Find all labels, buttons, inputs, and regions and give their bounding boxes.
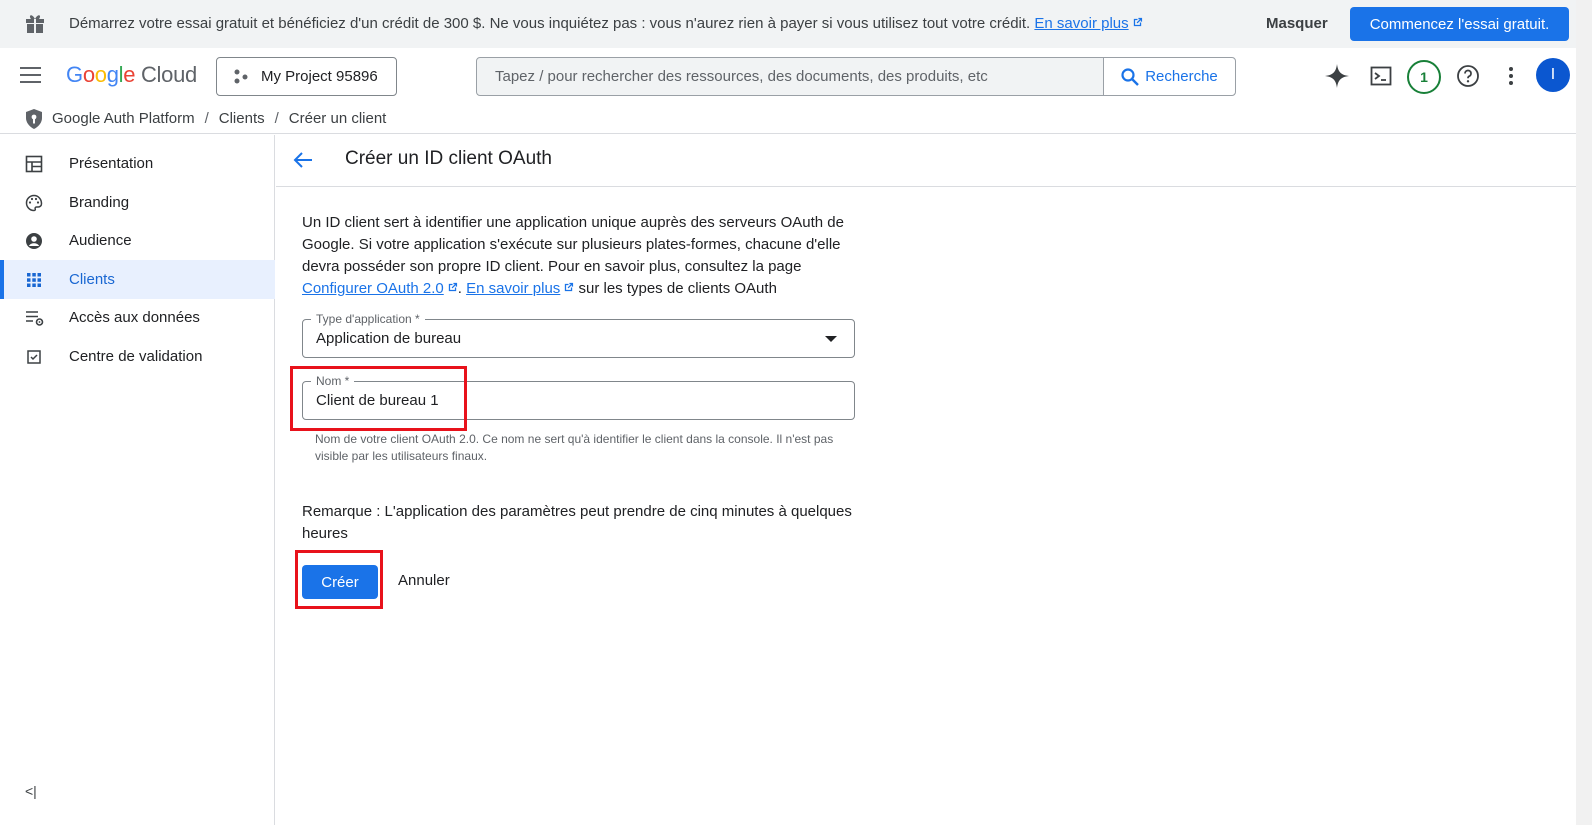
dismiss-banner-button[interactable]: Masquer xyxy=(1266,15,1328,32)
intro-text: Un ID client sert à identifier une appli… xyxy=(302,214,844,275)
breadcrumb-clients[interactable]: Clients xyxy=(219,110,265,127)
back-arrow-icon[interactable] xyxy=(292,149,314,171)
sidebar-item-label: Branding xyxy=(69,194,130,211)
sidebar-item-data-access[interactable]: Accès aux données xyxy=(0,298,275,337)
sidebar-item-label: Centre de validation xyxy=(69,348,203,365)
application-type-select[interactable]: Type d'application * Application de bure… xyxy=(302,312,855,358)
breadcrumb-separator: / xyxy=(204,110,209,127)
notifications-count-badge[interactable]: 1 xyxy=(1407,60,1441,94)
main-content: Créer un ID client OAuth Un ID client se… xyxy=(276,135,1576,825)
gemini-sparkle-icon[interactable] xyxy=(1324,63,1350,89)
search-bar: Tapez / pour rechercher des ressources, … xyxy=(476,57,1236,96)
project-picker[interactable]: My Project 95896 xyxy=(216,57,397,96)
logo-cloud-text: Cloud xyxy=(140,62,197,87)
promo-text: Démarrez votre essai gratuit et bénéfici… xyxy=(69,15,1031,32)
shield-icon xyxy=(26,108,42,129)
sidebar-item-clients[interactable]: Clients xyxy=(0,260,275,299)
logo-google-text: Google xyxy=(66,62,136,87)
sidebar-item-label: Clients xyxy=(69,271,115,288)
browser-frame: Démarrez votre essai gratuit et bénéfici… xyxy=(0,0,1576,825)
collapse-sidebar-button[interactable]: <| xyxy=(25,783,37,799)
project-name: My Project 95896 xyxy=(261,68,378,85)
search-input[interactable]: Tapez / pour rechercher des ressources, … xyxy=(477,58,1103,95)
learn-more-link[interactable]: En savoir plus xyxy=(466,280,574,297)
sidebar: Présentation Branding Audience Clients A… xyxy=(0,135,275,825)
google-cloud-logo[interactable]: Google Cloud xyxy=(66,62,197,88)
breadcrumb-separator: / xyxy=(274,110,279,127)
sidebar-item-presentation[interactable]: Présentation xyxy=(0,144,275,183)
learn-more-label: En savoir plus xyxy=(466,280,561,297)
configure-oauth-label: Configurer OAuth 2.0 xyxy=(302,280,444,297)
gift-icon xyxy=(26,15,44,33)
promo-message: Démarrez votre essai gratuit et bénéfici… xyxy=(69,15,1143,32)
sidebar-item-verification-center[interactable]: Centre de validation xyxy=(0,337,275,376)
cancel-button[interactable]: Annuler xyxy=(398,572,450,589)
account-avatar[interactable]: I xyxy=(1536,58,1570,92)
project-hub-icon xyxy=(234,69,248,83)
verified-checkbox-icon xyxy=(27,349,41,364)
external-link-icon xyxy=(1133,17,1142,27)
dashboard-icon xyxy=(25,155,43,172)
page-title: Créer un ID client OAuth xyxy=(345,148,552,169)
external-link-icon xyxy=(448,282,457,292)
sidebar-item-label: Audience xyxy=(69,232,132,249)
sidebar-item-branding[interactable]: Branding xyxy=(0,183,275,222)
name-highlight-box xyxy=(290,366,467,431)
data-settings-icon xyxy=(26,310,44,326)
promo-banner: Démarrez votre essai gratuit et bénéfici… xyxy=(0,0,1576,48)
dropdown-arrow-icon xyxy=(825,336,837,342)
configure-oauth-link[interactable]: Configurer OAuth 2.0 xyxy=(302,280,458,297)
name-hint: Nom de votre client OAuth 2.0. Ce nom ne… xyxy=(315,432,834,463)
cloud-shell-terminal-icon[interactable] xyxy=(1370,65,1392,87)
intro-paragraph: Un ID client sert à identifier une appli… xyxy=(302,214,844,297)
application-type-value: Application de bureau xyxy=(316,330,462,347)
sidebar-item-label: Accès aux données xyxy=(69,309,200,326)
search-button[interactable]: Recherche xyxy=(1103,58,1235,95)
promo-learn-more-link[interactable]: En savoir plus xyxy=(1034,15,1142,32)
promo-learn-more-label: En savoir plus xyxy=(1034,15,1129,32)
more-vert-icon[interactable] xyxy=(1500,65,1522,87)
apps-grid-icon xyxy=(27,272,41,287)
breadcrumb-auth-platform[interactable]: Google Auth Platform xyxy=(52,110,195,127)
create-highlight-box xyxy=(295,550,383,609)
account-circle-icon xyxy=(26,232,42,249)
menu-icon[interactable] xyxy=(20,67,41,83)
top-bar: Google Cloud My Project 95896 Tapez / po… xyxy=(0,50,1576,102)
settings-note: Remarque : L'application des paramètres … xyxy=(302,503,852,542)
external-link-icon xyxy=(565,282,574,292)
intro-tail-text: sur les types de clients OAuth xyxy=(578,280,777,297)
application-type-label: Type d'application * xyxy=(311,312,425,326)
help-icon[interactable] xyxy=(1456,64,1480,88)
palette-icon xyxy=(25,194,43,211)
search-icon xyxy=(1121,67,1140,86)
window-edge xyxy=(1576,0,1592,825)
sidebar-item-audience[interactable]: Audience xyxy=(0,221,275,260)
search-button-label: Recherche xyxy=(1145,68,1218,85)
sidebar-item-label: Présentation xyxy=(69,155,154,172)
page-header: Créer un ID client OAuth xyxy=(276,135,1576,187)
start-free-trial-button[interactable]: Commencez l'essai gratuit. xyxy=(1350,7,1569,41)
breadcrumb-create-client: Créer un client xyxy=(288,110,387,127)
breadcrumb: Google Auth Platform / Clients / Créer u… xyxy=(0,104,1576,134)
